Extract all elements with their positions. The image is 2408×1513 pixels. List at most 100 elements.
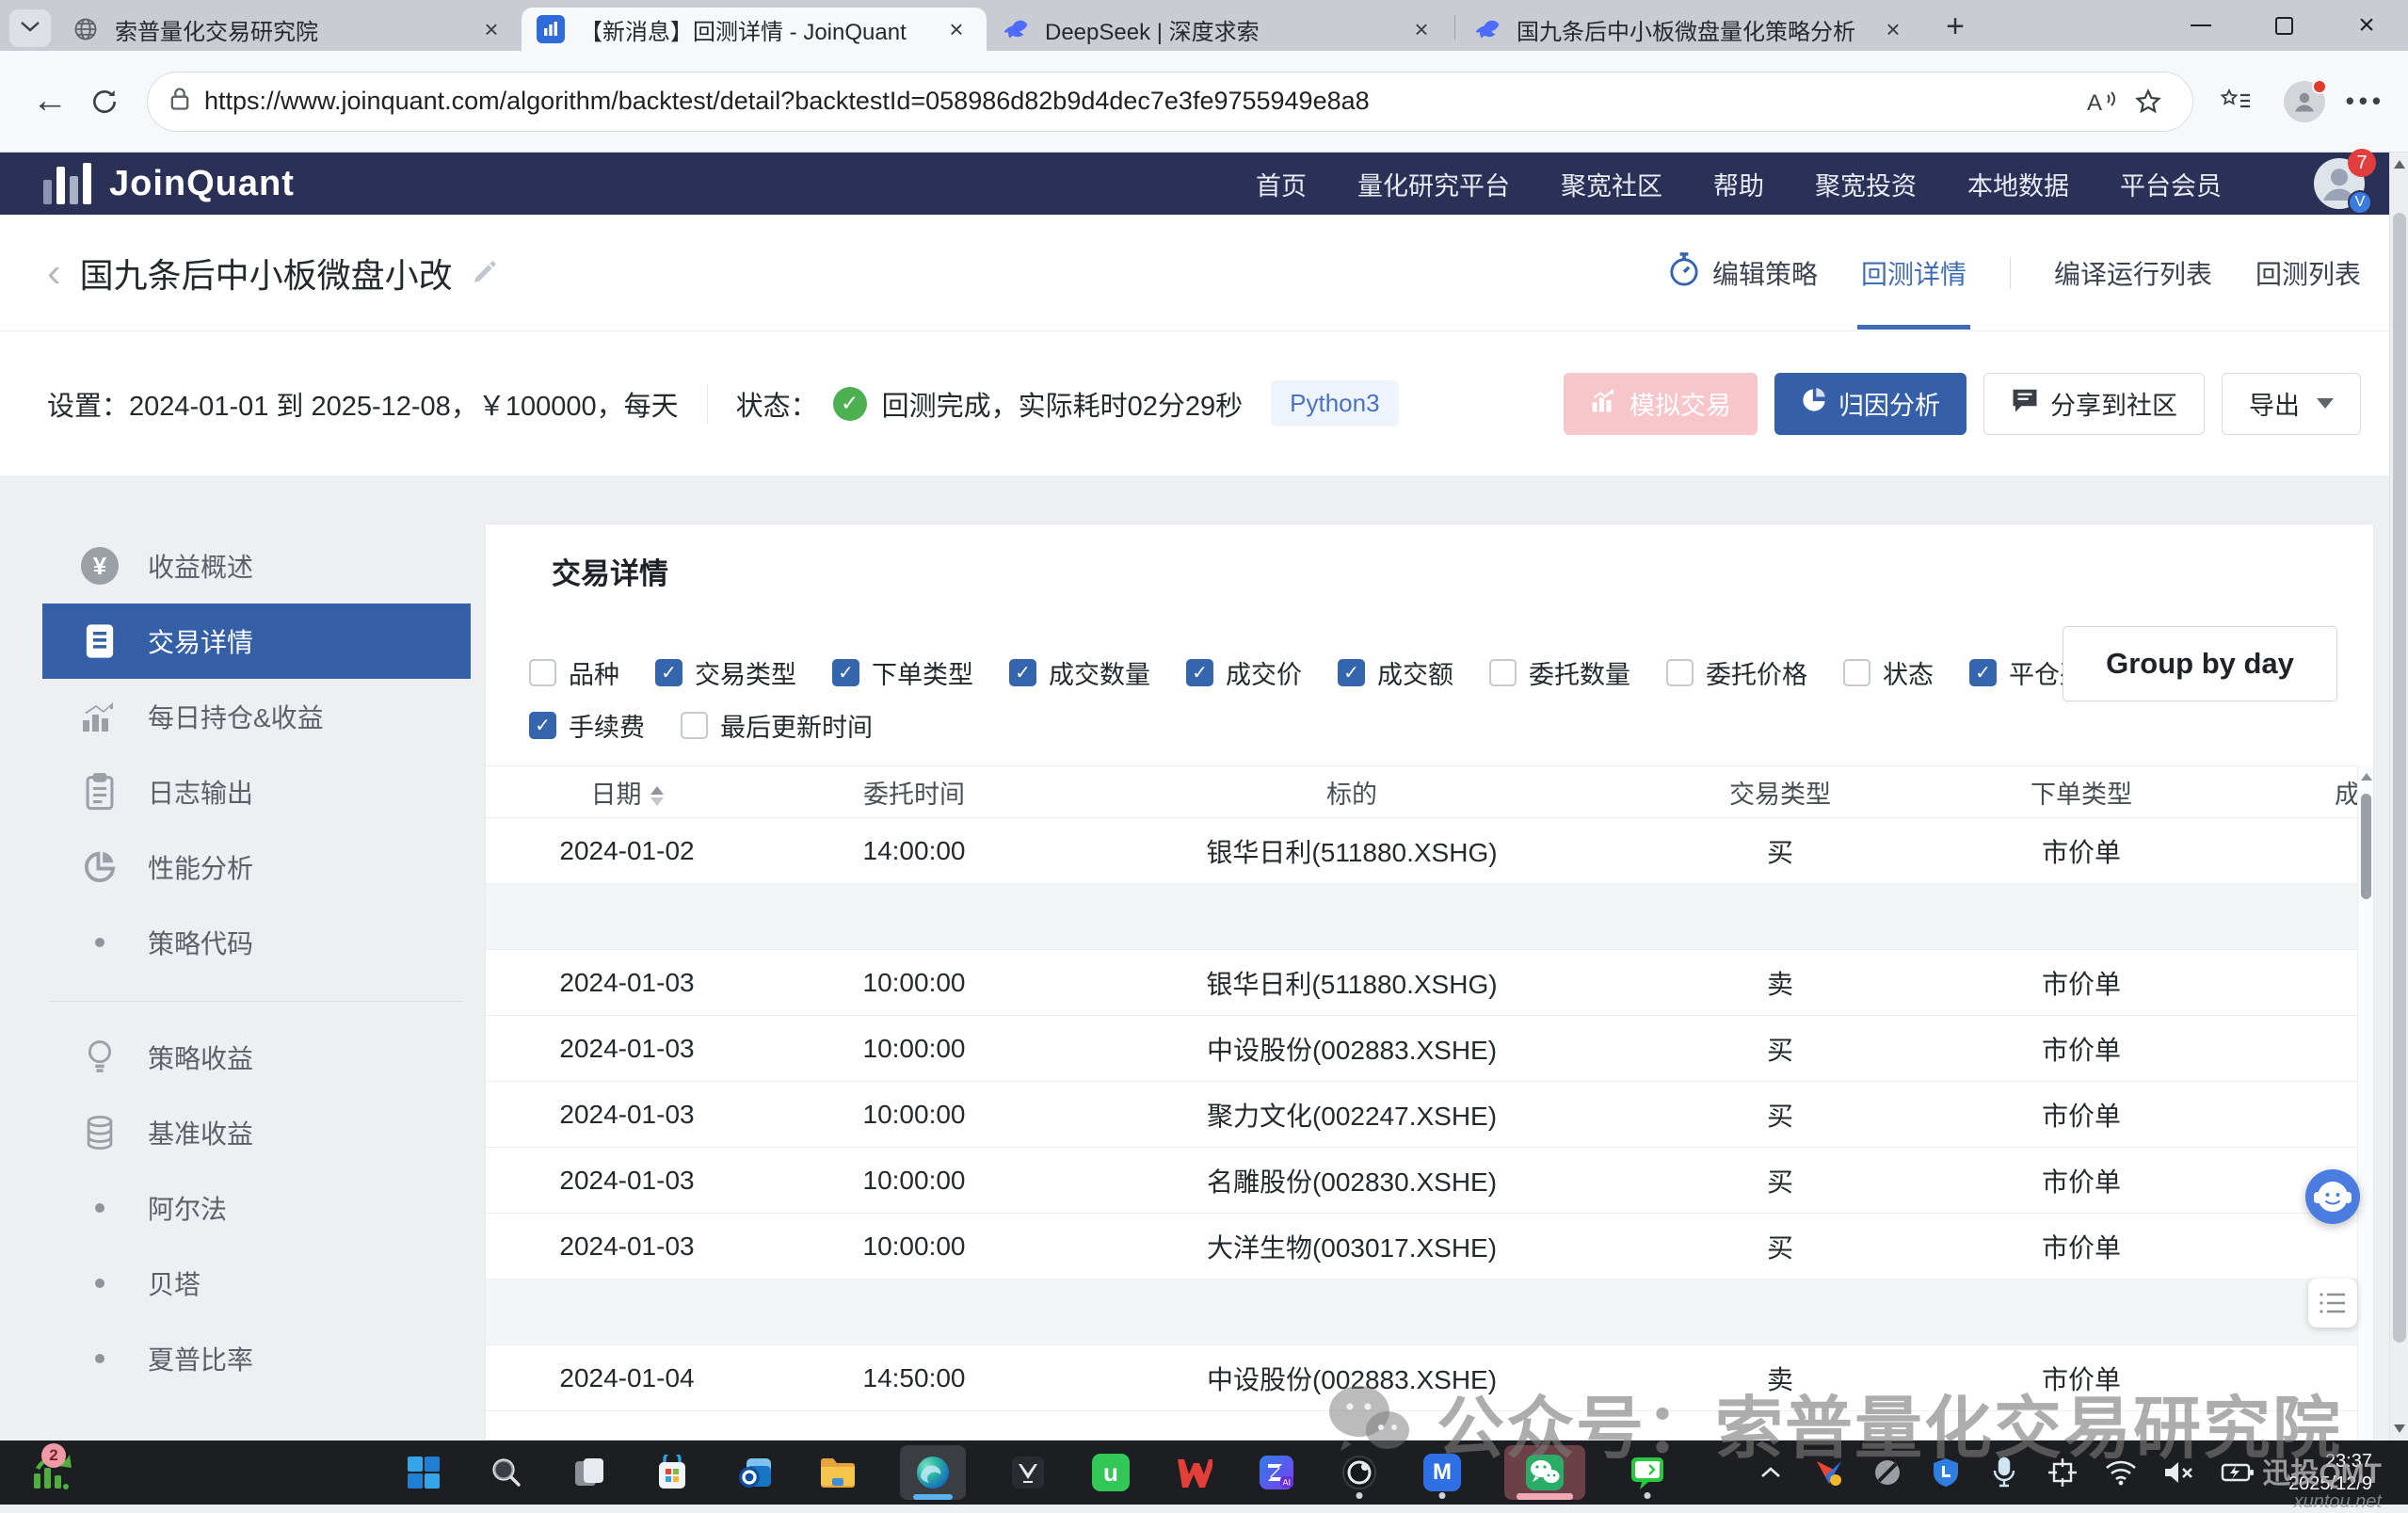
youdao-app-icon[interactable]: u <box>1090 1445 1132 1500</box>
sidebar-item-sharpe[interactable]: 夏普比率 <box>42 1321 471 1396</box>
no-sign-icon[interactable] <box>1870 1445 1905 1500</box>
back-chevron-icon[interactable]: ‹ <box>47 252 61 294</box>
task-view-icon[interactable] <box>569 1445 610 1500</box>
sidebar-item-log-output[interactable]: 日志输出 <box>42 754 471 829</box>
sidebar-item-alpha[interactable]: 阿尔法 <box>42 1170 471 1246</box>
stocks-app-icon[interactable]: 2 <box>28 1447 79 1498</box>
start-button[interactable] <box>403 1445 444 1500</box>
close-icon[interactable]: × <box>1406 14 1437 44</box>
v-app-tray-icon[interactable] <box>1811 1445 1847 1500</box>
nav-help[interactable]: 帮助 <box>1713 166 1764 202</box>
refresh-button[interactable] <box>77 74 132 129</box>
favorites-list-icon[interactable] <box>2208 74 2263 129</box>
col-header-date[interactable]: 日期 <box>486 774 768 811</box>
filter-order-qty[interactable]: 委托数量 <box>1489 654 1630 691</box>
wechat-icon[interactable] <box>1504 1445 1585 1500</box>
search-icon[interactable] <box>486 1445 527 1500</box>
ai-app-icon[interactable]: AI <box>1256 1445 1297 1500</box>
checkbox-checked[interactable] <box>832 659 859 686</box>
scroll-down-arrow[interactable] <box>2394 1424 2405 1433</box>
edge-icon[interactable] <box>900 1445 966 1500</box>
sidebar-item-strategy-code[interactable]: 策略代码 <box>42 905 471 980</box>
quick-list-button[interactable] <box>2308 1279 2357 1328</box>
checkbox-checked[interactable] <box>1186 659 1213 686</box>
browser-tab-deepseek[interactable]: DeepSeek | 深度求索 × <box>987 8 1452 51</box>
volume-muted-icon[interactable] <box>2161 1445 2197 1500</box>
filter-commission[interactable]: 手续费 <box>529 707 645 744</box>
nav-community[interactable]: 聚宽社区 <box>1561 166 1662 202</box>
close-window-button[interactable]: × <box>2325 0 2408 51</box>
nav-research-platform[interactable]: 量化研究平台 <box>1357 166 1510 202</box>
export-button[interactable]: 导出 <box>2222 373 2361 435</box>
sidebar-item-daily-positions[interactable]: 每日持仓&收益 <box>42 679 471 754</box>
checkbox-checked[interactable] <box>529 712 556 739</box>
filter-status[interactable]: 状态 <box>1843 654 1934 691</box>
new-tab-button[interactable]: + <box>1934 6 1976 47</box>
crosshair-overlay-icon[interactable] <box>2045 1445 2080 1500</box>
tab-edit-strategy[interactable]: 编辑策略 <box>1667 251 1818 294</box>
maximize-button[interactable] <box>2242 0 2325 51</box>
tab-backtest-detail[interactable]: 回测详情 <box>1861 254 1967 292</box>
close-icon[interactable]: × <box>476 14 506 44</box>
tab-compile-run-list[interactable]: 编译运行列表 <box>2054 254 2212 292</box>
checkbox-checked[interactable] <box>655 659 682 686</box>
m-app-icon[interactable]: M <box>1421 1445 1463 1500</box>
read-aloud-icon[interactable]: A <box>2078 78 2125 125</box>
microphone-icon[interactable] <box>1986 1445 2022 1500</box>
checkbox-unchecked[interactable] <box>1489 659 1517 686</box>
browser-tab-strategy[interactable]: 国九条后中小板微盘量化策略分析 × <box>1458 8 1923 51</box>
filter-trade-type[interactable]: 交易类型 <box>655 654 796 691</box>
checkbox-unchecked[interactable] <box>1666 659 1694 686</box>
scroll-up-arrow[interactable] <box>2394 160 2405 169</box>
scroll-up-arrow[interactable] <box>2361 773 2372 781</box>
filter-last-update[interactable]: 最后更新时间 <box>681 707 873 744</box>
checkbox-checked[interactable] <box>1969 659 1997 686</box>
nav-membership[interactable]: 平台会员 <box>2120 166 2222 202</box>
table-scrollbar[interactable] <box>2357 765 2373 1440</box>
l-shield-tray-icon[interactable] <box>1928 1445 1964 1500</box>
url-field[interactable]: https://www.joinquant.com/algorithm/back… <box>147 72 2193 132</box>
batt-power-icon[interactable] <box>2220 1445 2255 1500</box>
browser-tab-joinquant-active[interactable]: 【新消息】回测详情 - JoinQuant × <box>522 8 987 51</box>
page-scrollbar[interactable] <box>2389 153 2408 1441</box>
scrollbar-thumb[interactable] <box>2361 794 2371 899</box>
sidebar-item-benchmark-returns[interactable]: 基准收益 <box>42 1095 471 1170</box>
filter-filled-amount[interactable]: 成交额 <box>1338 654 1453 691</box>
microsoft-store-icon[interactable] <box>651 1445 693 1500</box>
checkbox-unchecked[interactable] <box>1843 659 1870 686</box>
sidebar-item-overview[interactable]: 收益概述 <box>42 528 471 604</box>
filter-order-type[interactable]: 下单类型 <box>832 654 973 691</box>
sidebar-item-strategy-returns[interactable]: 策略收益 <box>42 1020 471 1095</box>
share-to-community-button[interactable]: 分享到社区 <box>1983 373 2205 435</box>
attribution-analysis-button[interactable]: 归因分析 <box>1774 373 1967 435</box>
nav-home[interactable]: 首页 <box>1256 166 1307 202</box>
checkbox-checked[interactable] <box>1338 659 1365 686</box>
sidebar-item-trade-detail[interactable]: 交易详情 <box>42 604 471 679</box>
filter-filled-qty[interactable]: 成交数量 <box>1009 654 1150 691</box>
close-icon[interactable]: × <box>1878 14 1908 44</box>
tab-backtest-list[interactable]: 回测列表 <box>2255 254 2361 292</box>
scrollbar-thumb[interactable] <box>2393 213 2406 1343</box>
sort-icon[interactable] <box>650 786 664 806</box>
checkbox-checked[interactable] <box>1009 659 1036 686</box>
sidebar-item-beta[interactable]: 贝塔 <box>42 1246 471 1321</box>
tray-expand-icon[interactable] <box>1753 1445 1789 1500</box>
filter-filled-price[interactable]: 成交价 <box>1186 654 1302 691</box>
chat-app-icon[interactable] <box>1627 1445 1668 1500</box>
simulate-trade-button[interactable]: 模拟交易 <box>1564 373 1758 435</box>
legion-app-icon[interactable] <box>1007 1445 1049 1500</box>
edit-pencil-icon[interactable] <box>470 259 498 287</box>
wps-office-icon[interactable] <box>1173 1445 1214 1500</box>
sidebar-item-performance[interactable]: 性能分析 <box>42 829 471 905</box>
browser-profile-avatar[interactable] <box>2284 81 2325 122</box>
checkbox-unchecked[interactable] <box>681 712 708 739</box>
filter-order-price[interactable]: 委托价格 <box>1666 654 1807 691</box>
outlook-icon[interactable] <box>734 1445 776 1500</box>
filter-variety[interactable]: 品种 <box>529 654 619 691</box>
user-avatar[interactable]: 7 V <box>2314 158 2365 209</box>
checkbox-unchecked[interactable] <box>529 659 556 686</box>
browser-menu-button[interactable]: ••• <box>2346 87 2385 116</box>
tab-search-button[interactable] <box>9 9 51 47</box>
close-icon[interactable]: × <box>941 14 971 44</box>
file-explorer-icon[interactable] <box>817 1445 859 1500</box>
